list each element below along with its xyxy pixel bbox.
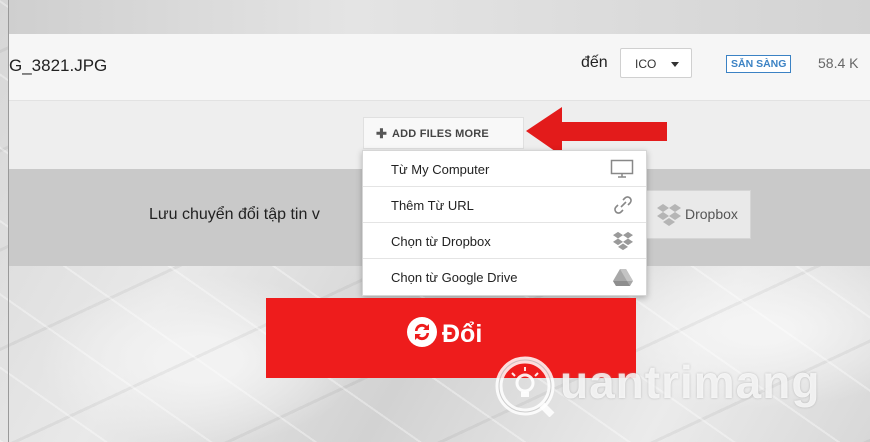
menu-item-label: Từ My Computer bbox=[391, 162, 490, 177]
dropbox-icon bbox=[612, 231, 634, 256]
menu-item-url[interactable]: Thêm Từ URL bbox=[363, 187, 646, 223]
menu-item-label: Chọn từ Dropbox bbox=[391, 234, 491, 249]
save-text: Lưu chuyển đổi tập tin v bbox=[149, 206, 320, 223]
file-row: G_3821.JPG đến ICO SẴN SÀNG 58.4 K bbox=[9, 34, 870, 101]
to-label: đến bbox=[581, 54, 608, 71]
watermark-text: uantrimang bbox=[560, 356, 821, 408]
quantrimang-watermark: uantrimang bbox=[494, 355, 819, 422]
format-select[interactable]: ICO bbox=[620, 48, 692, 78]
plus-icon: ✚ bbox=[376, 126, 387, 141]
format-select-value: ICO bbox=[635, 57, 657, 71]
menu-item-label: Thêm Từ URL bbox=[391, 198, 474, 213]
add-files-dropdown-menu: Từ My Computer Thêm Từ URL Chọn từ Dropb… bbox=[362, 150, 647, 296]
menu-item-dropbox[interactable]: Chọn từ Dropbox bbox=[363, 223, 646, 259]
refresh-icon bbox=[406, 316, 438, 353]
file-name: G_3821.JPG bbox=[9, 56, 108, 75]
file-size: 58.4 K bbox=[818, 55, 859, 71]
menu-item-label: Chọn từ Google Drive bbox=[391, 270, 518, 285]
convert-label: Đổi bbox=[442, 320, 483, 348]
bulb-logo-icon bbox=[495, 356, 555, 418]
monitor-icon bbox=[610, 159, 634, 184]
caret-down-icon bbox=[671, 62, 679, 67]
menu-item-google-drive[interactable]: Chọn từ Google Drive bbox=[363, 259, 646, 295]
top-strip bbox=[9, 0, 870, 34]
page-background: G_3821.JPG đến ICO SẴN SÀNG 58.4 K ✚ ADD… bbox=[0, 0, 870, 442]
menu-item-my-computer[interactable]: Từ My Computer bbox=[363, 151, 646, 187]
add-files-more-button[interactable]: ✚ ADD FILES MORE bbox=[363, 117, 524, 149]
save-to-dropbox-button[interactable]: Dropbox bbox=[639, 190, 751, 239]
status-badge: SẴN SÀNG bbox=[726, 55, 792, 73]
dropbox-icon bbox=[656, 203, 682, 232]
add-files-more-label: ADD FILES MORE bbox=[392, 128, 489, 140]
dropbox-label: Dropbox bbox=[685, 206, 738, 222]
google-drive-icon bbox=[612, 267, 634, 292]
link-icon bbox=[612, 195, 634, 220]
